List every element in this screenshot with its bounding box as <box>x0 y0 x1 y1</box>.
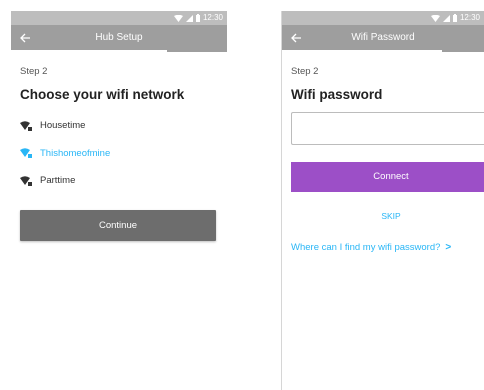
skip-link[interactable]: SKIP <box>291 211 484 221</box>
chevron-right-icon: > <box>445 242 452 253</box>
wifi-password-help-link[interactable]: Where can I find my wifi password? > <box>291 242 475 253</box>
page-heading: Choose your wifi network <box>20 87 185 102</box>
wifi-password-input[interactable] <box>291 112 484 145</box>
status-time: 12:30 <box>202 13 223 22</box>
battery-icon <box>195 14 200 22</box>
signal-icon <box>185 14 193 22</box>
setup-progress <box>282 50 442 52</box>
connect-button[interactable]: Connect <box>291 162 484 192</box>
signal-icon <box>442 14 450 22</box>
hub-setup-screen: 12:30 Hub Setup Step 2 Choose your wifi … <box>11 11 227 390</box>
wifi-lock-icon <box>20 148 32 159</box>
wifi-status-icon <box>430 14 440 22</box>
app-bar-title: Hub Setup <box>95 32 143 43</box>
network-list: Housetime Thishomeofmine Parttime <box>20 112 218 195</box>
battery-icon <box>452 14 457 22</box>
network-name: Thishomeofmine <box>40 147 111 159</box>
wifi-lock-icon <box>20 121 32 131</box>
wifi-status-icon <box>173 14 183 22</box>
step-label: Step 2 <box>291 66 319 77</box>
network-item-housetime[interactable]: Housetime <box>20 112 218 140</box>
status-time: 12:30 <box>459 13 480 22</box>
continue-button[interactable]: Continue <box>20 209 216 241</box>
network-item-parttime[interactable]: Parttime <box>20 167 218 195</box>
wifi-lock-icon <box>20 176 32 186</box>
app-bar: Hub Setup <box>11 25 227 52</box>
app-bar-title: Wifi Password <box>351 32 415 43</box>
step-label: Step 2 <box>20 66 48 77</box>
app-bar: Wifi Password <box>282 25 484 52</box>
status-bar: 12:30 <box>282 11 484 25</box>
network-item-thishomeofmine[interactable]: Thishomeofmine <box>20 140 218 168</box>
help-link-text: Where can I find my wifi password? <box>291 242 441 253</box>
setup-progress <box>11 50 167 52</box>
page-heading: Wifi password <box>291 87 383 102</box>
network-name: Parttime <box>40 175 76 187</box>
network-name: Housetime <box>40 120 86 132</box>
wifi-password-screen: 12:30 Wifi Password Step 2 Wifi password… <box>281 11 484 390</box>
status-bar: 12:30 <box>11 11 227 25</box>
